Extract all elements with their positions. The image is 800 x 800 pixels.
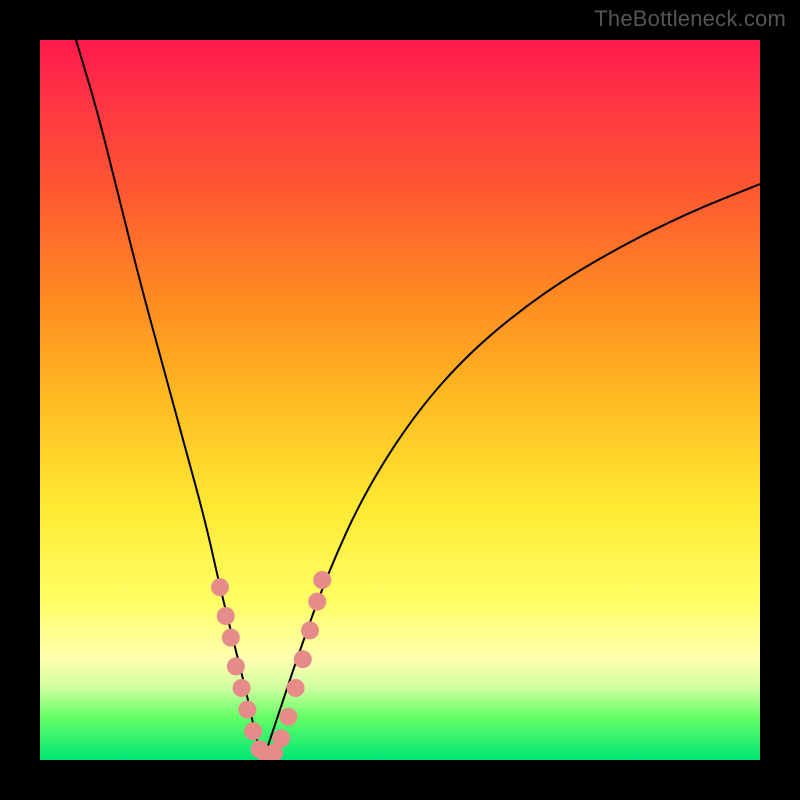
scatter-dot	[279, 708, 297, 726]
chart-svg	[40, 40, 760, 760]
scatter-dot	[217, 607, 235, 625]
scatter-dot	[308, 593, 326, 611]
plot-area	[40, 40, 760, 760]
scatter-dot	[272, 729, 290, 747]
scatter-dot	[238, 701, 256, 719]
scatter-dot	[227, 657, 245, 675]
scatter-dot	[233, 679, 251, 697]
left-curve	[76, 40, 263, 760]
scatter-dot	[313, 571, 331, 589]
watermark-label: TheBottleneck.com	[594, 6, 786, 32]
scatter-dot	[244, 722, 262, 740]
scatter-dot	[222, 629, 240, 647]
scatter-dot	[301, 621, 319, 639]
scatter-dot	[211, 578, 229, 596]
scatter-dot	[294, 650, 312, 668]
right-curve	[263, 184, 760, 760]
scatter-dot	[287, 679, 305, 697]
scatter-points	[211, 571, 331, 760]
